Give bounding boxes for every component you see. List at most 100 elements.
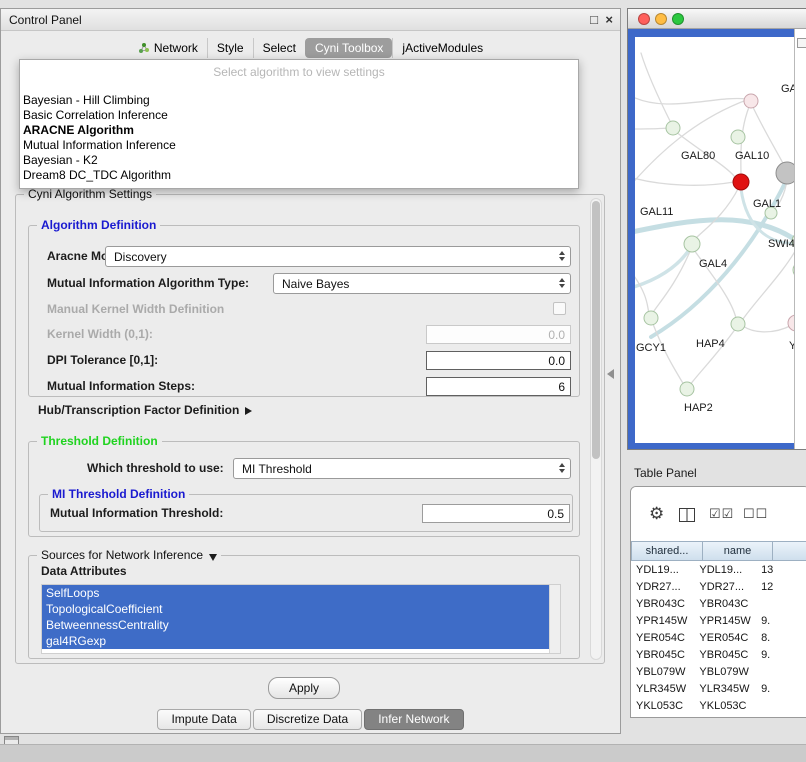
node-label: GAL80 <box>681 150 715 162</box>
hub-section-toggle[interactable]: Hub/Transcription Factor Definition <box>38 403 252 417</box>
sources-group-title[interactable]: Sources for Network Inference <box>37 548 221 562</box>
network-edge[interactable] <box>641 53 671 123</box>
table-header-row: shared...name <box>631 541 806 561</box>
table-cell: YBR043C <box>631 598 694 610</box>
table-cell: YDR27... <box>631 581 694 593</box>
table-cell: YPR145W <box>694 615 756 627</box>
network-node[interactable] <box>731 317 745 331</box>
data-attribute-item[interactable]: gal4RGexp <box>42 633 549 649</box>
minimize-traffic-light-icon[interactable] <box>655 13 667 25</box>
table-panel-window: ⚙ ☑☑ ☐☐ shared...name YDL19...YDL19...13… <box>630 486 806 718</box>
table-row[interactable]: YLR345WYLR345W9. <box>631 680 806 697</box>
which-threshold-select[interactable]: MI Threshold <box>233 458 571 479</box>
network-node[interactable] <box>731 130 745 144</box>
table-cell: YER054C <box>694 632 756 644</box>
bottom-tab-infer-network[interactable]: Infer Network <box>364 709 463 730</box>
menu-item-mutual-information-inference[interactable]: Mutual Information Inference <box>20 138 578 153</box>
tab-network[interactable]: Network <box>129 38 207 58</box>
table-cell: YBR045C <box>631 649 694 661</box>
data-attribute-item[interactable]: BetweennessCentrality <box>42 617 549 633</box>
table-row[interactable]: YBR043CYBR043C <box>631 595 806 612</box>
mi-steps-field[interactable] <box>426 377 571 396</box>
network-view-window: GAL7GAL80GAL10GAL11GAL1SWI4GAL4GCY1HAP4Y… <box>627 8 806 450</box>
zoom-traffic-light-icon[interactable] <box>672 13 684 25</box>
network-node[interactable] <box>684 236 700 252</box>
tab-style[interactable]: Style <box>207 38 253 58</box>
network-edge[interactable] <box>635 177 734 185</box>
network-node[interactable] <box>666 121 680 135</box>
mi-threshold-definition-title: MI Threshold Definition <box>48 487 189 501</box>
collapse-down-icon <box>209 554 217 561</box>
network-edge[interactable] <box>635 95 747 104</box>
close-traffic-light-icon[interactable] <box>638 13 650 25</box>
select-columns-icon[interactable] <box>679 507 695 527</box>
network-edge[interactable] <box>743 325 792 332</box>
network-window-titlebar[interactable] <box>628 9 806 29</box>
bottom-tab-discretize-data[interactable]: Discretize Data <box>253 709 362 730</box>
combo-updown-icon <box>559 463 565 473</box>
hide-all-columns-icon[interactable]: ☐☐ <box>743 504 768 524</box>
network-edge[interactable] <box>743 246 794 319</box>
bottom-tab-impute-data[interactable]: Impute Data <box>157 709 250 730</box>
network-edge[interactable] <box>695 187 739 239</box>
data-attributes-list[interactable]: SelfLoopsTopologicalCoefficientBetweenne… <box>41 584 561 654</box>
node-label: GAL1 <box>753 198 781 210</box>
table-row[interactable]: YKL053CYKL053C <box>631 697 806 714</box>
network-edge[interactable] <box>635 128 668 129</box>
network-node[interactable] <box>680 382 694 396</box>
node-label: GAL11 <box>640 206 673 218</box>
splitter-collapse-handle[interactable] <box>607 369 614 379</box>
float-window-icon[interactable]: □ <box>590 12 598 27</box>
control-panel-titlebar[interactable]: Control Panel □ × <box>1 9 620 31</box>
table-cell: YLR345W <box>631 683 694 695</box>
table-row[interactable]: YDR27...YDR27...12 <box>631 578 806 595</box>
table-row[interactable]: YDL19...YDL19...13 <box>631 561 806 578</box>
tab-cyni-toolbox[interactable]: Cyni Toolbox <box>305 38 392 58</box>
mi-algorithm-type-select[interactable]: Naive Bayes <box>273 273 571 294</box>
network-scrollbar[interactable] <box>794 29 806 449</box>
attributes-list-scrollbar[interactable] <box>549 585 560 653</box>
show-all-columns-icon[interactable]: ☑☑ <box>709 504 734 524</box>
tab-label: Select <box>263 41 296 55</box>
network-node[interactable] <box>733 174 749 190</box>
column-header[interactable]: name <box>703 541 773 561</box>
table-row[interactable]: YBL079WYBL079W <box>631 663 806 680</box>
network-node[interactable] <box>776 162 794 184</box>
column-header[interactable] <box>773 541 806 561</box>
tab-select[interactable]: Select <box>253 38 305 58</box>
menu-item-basic-correlation-inference[interactable]: Basic Correlation Inference <box>20 108 578 123</box>
table-row[interactable]: YER054CYER054C8. <box>631 629 806 646</box>
settings-scrollbar[interactable] <box>590 198 602 660</box>
table-settings-gear-icon[interactable]: ⚙ <box>649 504 664 524</box>
table-row[interactable]: YPR145WYPR145W9. <box>631 612 806 629</box>
aracne-mode-select[interactable]: Discovery <box>105 246 571 267</box>
network-edge[interactable] <box>635 269 649 313</box>
column-header[interactable]: shared... <box>631 541 703 561</box>
table-cell: YDR27... <box>694 581 756 593</box>
mi-algorithm-type-value: Naive Bayes <box>282 277 570 291</box>
scrollbar-thumb[interactable] <box>592 201 600 459</box>
control-panel-window: Control Panel □ × NetworkStyle Select Cyni… <box>0 8 621 734</box>
data-attribute-item[interactable]: SelfLoops <box>42 585 549 601</box>
data-attribute-item[interactable]: TopologicalCoefficient <box>42 601 549 617</box>
dpi-tolerance-field[interactable] <box>426 351 571 370</box>
network-canvas[interactable]: GAL7GAL80GAL10GAL11GAL1SWI4GAL4GCY1HAP4Y… <box>635 37 794 443</box>
control-panel-tab-bar: NetworkStyle Select Cyni ToolboxjActiveMod… <box>1 36 620 60</box>
table-cell: 8. <box>756 632 806 644</box>
apply-button[interactable]: Apply <box>268 677 340 699</box>
tab-jactivemodules[interactable]: jActiveModules <box>392 38 492 58</box>
network-node[interactable] <box>744 94 758 108</box>
close-window-icon[interactable]: × <box>605 12 613 27</box>
algorithm-definition-group: Algorithm Definition Aracne Mode: Discov… <box>28 225 580 397</box>
table-row[interactable]: YBR045CYBR045C9. <box>631 646 806 663</box>
menu-item-dream8-dc-tdc-algorithm[interactable]: Dream8 DC_TDC Algorithm <box>20 168 578 183</box>
menu-item-bayesian-hill-climbing[interactable]: Bayesian - Hill Climbing <box>20 93 578 108</box>
menu-item-aracne-algorithm[interactable]: ARACNE Algorithm <box>20 123 578 138</box>
menu-item-bayesian-k2[interactable]: Bayesian - K2 <box>20 153 578 168</box>
network-node[interactable] <box>644 311 658 325</box>
network-edge[interactable] <box>652 249 691 314</box>
birdseye-button[interactable] <box>797 38 806 48</box>
mi-threshold-field[interactable] <box>422 504 570 523</box>
network-edge[interactable] <box>690 328 736 385</box>
desktop: Control Panel □ × NetworkStyle Select Cyni… <box>0 0 806 762</box>
